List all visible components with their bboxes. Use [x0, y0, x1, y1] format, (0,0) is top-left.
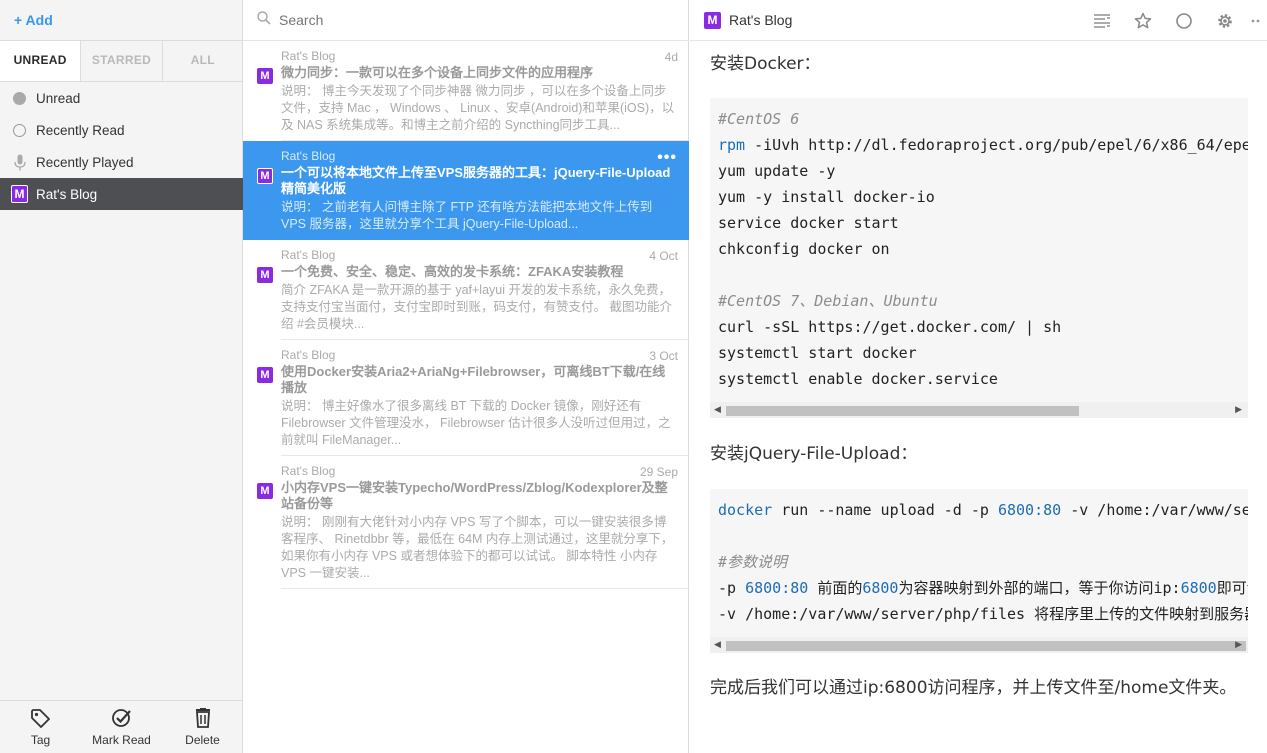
tab-unread[interactable]: UNREAD: [0, 41, 82, 81]
more-icon[interactable]: [1245, 0, 1267, 41]
list-view-icon[interactable]: [1081, 0, 1122, 41]
scrollbar-thumb[interactable]: [726, 641, 1246, 651]
article-summary: 说明： 之前老有人问博主除了 FTP 还有啥方法能把本地文件上传到 VPS 服务…: [281, 200, 653, 231]
article-title: 小内存VPS一键安装Typecho/WordPress/Zblog/Kodexp…: [281, 480, 668, 511]
sidebar-item-label: Recently Played: [36, 154, 134, 170]
rats-blog-logo: M: [704, 11, 721, 29]
article-source: Rat's Blog: [281, 348, 336, 362]
article-date: 4 Oct: [649, 249, 678, 263]
empty-circle-icon: [11, 122, 28, 139]
article-summary: 说明： 刚刚有大佬针对小内存 VPS 写了个脚本，可以一键安装很多博客程序、 R…: [281, 515, 674, 580]
article-item-selected[interactable]: M Rat's Blog ••• 一个可以将本地文件上传至VPS服务器的工具：j…: [243, 141, 689, 240]
content-paragraph: 完成后我们可以通过ip:6800访问程序，并上传文件至/home文件夹。: [710, 678, 1237, 698]
article-list: M Rat's Blog 4d 微力同步：一款可以在多个设备上同步文件的应用程序…: [243, 41, 689, 589]
delete-button[interactable]: Delete: [163, 701, 243, 753]
article-date: 4d: [664, 50, 678, 64]
article-date: 3 Oct: [649, 349, 678, 363]
content-paragraph: 安装jQuery-File-Upload：: [710, 444, 918, 464]
sidebar: + Add UNREAD STARRED ALL Unread Recently…: [0, 0, 243, 753]
scrollbar-thumb[interactable]: [726, 406, 1079, 416]
sidebar-item-label: Unread: [36, 90, 81, 106]
more-options-icon[interactable]: •••: [657, 149, 677, 167]
rats-blog-logo: M: [257, 68, 273, 84]
article-source: Rat's Blog: [281, 464, 336, 478]
reader-pane: M Rat's Blog 安装Docker： #CentOS 6 rpm -iU…: [690, 0, 1267, 753]
horizontal-scrollbar[interactable]: ◀ ▶: [710, 402, 1248, 418]
tab-starred[interactable]: STARRED: [81, 41, 163, 81]
feed-title[interactable]: Rat's Blog: [729, 12, 792, 28]
star-icon[interactable]: [1122, 0, 1163, 41]
article-summary: 说明： 博主今天发现了个同步神器 微力同步 ，可以在多个设备上同步文件，支持 M…: [281, 84, 675, 132]
search-icon: [257, 10, 271, 30]
code-command: rpm: [718, 136, 746, 154]
folder-list: Unread Recently Read Recently Played M R…: [0, 82, 243, 210]
sidebar-item-recently-read[interactable]: Recently Read: [0, 114, 243, 146]
horizontal-scrollbar[interactable]: ◀ ▶: [710, 637, 1248, 653]
code-block: #CentOS 6 rpm -iUvh http://dl.fedoraproj…: [710, 98, 1248, 418]
search-bar: [243, 0, 689, 41]
code-comment: #CentOS 6: [718, 110, 800, 128]
add-button[interactable]: + Add: [14, 12, 53, 28]
article-source: Rat's Blog: [281, 49, 336, 63]
mark-read-label: Mark Read: [92, 733, 151, 747]
article-title: 使用Docker安装Aria2+AriaNg+Filebrowser，可离线BT…: [281, 364, 666, 395]
sidebar-actions: Tag Mark Read Delete: [0, 700, 243, 753]
filter-tabs: UNREAD STARRED ALL: [0, 40, 243, 82]
rats-blog-logo: M: [257, 168, 273, 184]
sidebar-item-label: Recently Read: [36, 122, 125, 138]
tag-icon: [30, 708, 52, 733]
code-text: docker run --name upload -d -p 6800:80 -…: [718, 501, 1248, 623]
article-title: 一个免费、安全、稳定、高效的发卡系统：ZFAKA安装教程: [281, 264, 624, 279]
microphone-icon: [11, 154, 28, 171]
article-item[interactable]: M Rat's Blog 29 Sep 小内存VPS一键安装Typecho/Wo…: [243, 456, 689, 589]
sidebar-item-recently-played[interactable]: Recently Played: [0, 146, 243, 178]
trash-icon: [192, 708, 214, 733]
article-item[interactable]: M Rat's Blog 4 Oct 一个免费、安全、稳定、高效的发卡系统：ZF…: [243, 240, 689, 340]
article-item[interactable]: M Rat's Blog 3 Oct 使用Docker安装Aria2+AriaN…: [243, 340, 689, 456]
circle-icon[interactable]: [1163, 0, 1204, 41]
rats-blog-logo: M: [257, 267, 273, 283]
filled-circle-icon: [11, 90, 28, 107]
delete-label: Delete: [185, 733, 220, 747]
code-comment: #CentOS 7、Debian、Ubuntu: [718, 292, 938, 310]
article-title: 一个可以将本地文件上传至VPS服务器的工具：jQuery-File-Upload…: [281, 165, 671, 196]
code-block: docker run --name upload -d -p 6800:80 -…: [710, 489, 1248, 653]
article-source: Rat's Blog: [281, 149, 336, 163]
article-item[interactable]: M Rat's Blog 4d 微力同步：一款可以在多个设备上同步文件的应用程序…: [243, 41, 689, 141]
article-list-pane: M Rat's Blog 4d 微力同步：一款可以在多个设备上同步文件的应用程序…: [243, 0, 689, 753]
sidebar-item-rats-blog[interactable]: M Rat's Blog: [0, 178, 243, 210]
reader-toolbar: [1081, 0, 1267, 41]
rats-blog-logo: M: [257, 483, 273, 499]
check-circle-icon: [111, 708, 133, 733]
rats-blog-logo: M: [11, 185, 28, 203]
tag-button[interactable]: Tag: [1, 701, 81, 753]
content-paragraph: 安装Docker：: [710, 54, 821, 74]
rats-blog-logo: M: [257, 367, 273, 383]
article-title: 微力同步：一款可以在多个设备上同步文件的应用程序: [281, 65, 594, 80]
tab-all[interactable]: ALL: [163, 41, 243, 81]
article-date: 29 Sep: [639, 465, 678, 479]
article-source: Rat's Blog: [281, 248, 336, 262]
article-summary: 简介 ZFAKA 是一款开源的基于 yaf+layui 开发的发卡系统，永久免费…: [281, 283, 672, 331]
tag-label: Tag: [30, 733, 51, 747]
article-summary: 说明： 博主好像水了很多离线 BT 下载的 Docker 镜像，刚好还有 Fil…: [281, 399, 671, 447]
sidebar-item-label: Rat's Blog: [36, 186, 98, 202]
gear-icon[interactable]: [1204, 0, 1245, 41]
code-text: #CentOS 6 rpm -iUvh http://dl.fedoraproj…: [718, 110, 1248, 388]
mark-read-button[interactable]: Mark Read: [82, 701, 162, 753]
sidebar-item-unread[interactable]: Unread: [0, 82, 243, 114]
search-input[interactable]: [279, 12, 659, 28]
